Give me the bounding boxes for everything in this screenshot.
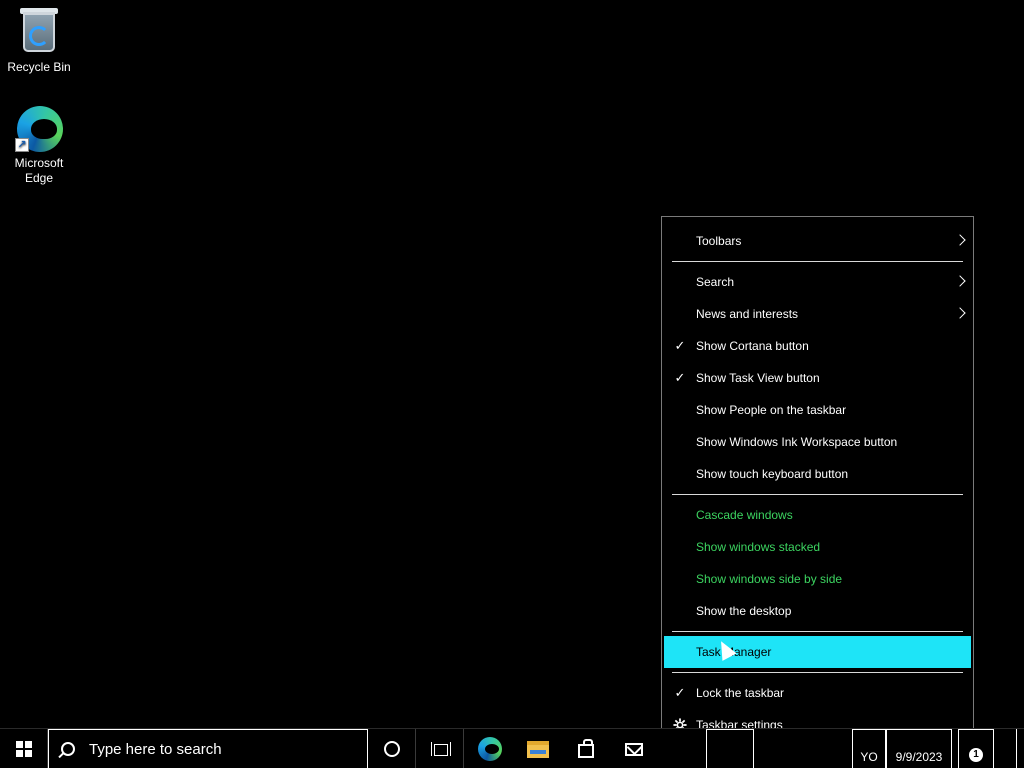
recycle-bin-icon xyxy=(15,8,63,56)
desktop-icon-label: Microsoft Edge xyxy=(14,156,64,185)
menu-item-label: Show Windows Ink Workspace button xyxy=(696,435,898,449)
date-label: 9/9/2023 xyxy=(895,750,943,764)
search-icon xyxy=(61,742,75,756)
menu-item-news-and-interests[interactable]: News and interests xyxy=(662,298,973,330)
menu-item-show-windows-side-by-side[interactable]: Show windows side by side xyxy=(662,563,973,595)
edge-icon xyxy=(478,737,502,761)
cortana-button[interactable] xyxy=(368,729,416,768)
task-view-button[interactable] xyxy=(416,729,464,768)
chevron-right-icon xyxy=(954,275,966,287)
input-language-indicator[interactable]: YO xyxy=(852,729,886,768)
menu-item-label: Show Cortana button xyxy=(696,339,809,353)
taskbar-context-menu: Toolbars Search News and interests ✓ Show Co… xyxy=(661,216,974,749)
chevron-right-icon xyxy=(954,234,966,246)
taskbar-file-explorer-button[interactable] xyxy=(514,729,562,768)
checkmark-icon: ✓ xyxy=(674,370,686,385)
menu-item-cascade-windows[interactable]: Cascade windows xyxy=(662,499,973,531)
taskbar: Type here to search YO 9/9/2023 1 xyxy=(0,728,1024,768)
menu-item-show-people-on-the-taskbar[interactable]: Show People on the taskbar xyxy=(662,394,973,426)
chevron-right-icon xyxy=(954,307,966,319)
taskbar-store-button[interactable] xyxy=(562,729,610,768)
menu-item-task-manager[interactable]: Task Manager xyxy=(664,636,971,668)
desktop-icon-label: Recycle Bin xyxy=(7,60,71,74)
notification-count-badge: 1 xyxy=(969,748,983,762)
menu-item-label: Show touch keyboard button xyxy=(696,467,849,481)
taskbar-edge-button[interactable] xyxy=(466,729,514,768)
store-icon xyxy=(578,739,594,758)
menu-item-show-the-desktop[interactable]: Show the desktop xyxy=(662,595,973,627)
menu-item-show-windows-ink-workspace-button[interactable]: Show Windows Ink Workspace button xyxy=(662,426,973,458)
language-label: YO xyxy=(860,750,878,764)
menu-item-label: Show People on the taskbar xyxy=(696,403,847,417)
menu-separator xyxy=(672,631,963,632)
file-explorer-icon xyxy=(527,740,549,758)
desktop-icon-recycle-bin[interactable]: Recycle Bin xyxy=(1,8,77,75)
menu-item-show-windows-stacked[interactable]: Show windows stacked xyxy=(662,531,973,563)
menu-item-label: Toolbars xyxy=(696,234,742,248)
show-desktop-button[interactable] xyxy=(1016,729,1024,768)
checkmark-icon: ✓ xyxy=(674,338,686,353)
menu-item-lock-the-taskbar[interactable]: ✓ Lock the taskbar xyxy=(662,677,973,709)
menu-item-show-touch-keyboard-button[interactable]: Show touch keyboard button xyxy=(662,458,973,490)
desktop-icon-microsoft-edge[interactable]: ↗ Microsoft Edge xyxy=(1,104,77,186)
shortcut-arrow-icon: ↗ xyxy=(15,138,29,152)
menu-item-label: News and interests xyxy=(696,307,799,321)
menu-separator xyxy=(672,672,963,673)
edge-icon: ↗ xyxy=(15,104,63,152)
menu-item-show-cortana-button[interactable]: ✓ Show Cortana button xyxy=(662,330,973,362)
menu-separator xyxy=(672,261,963,262)
menu-item-toolbars[interactable]: Toolbars xyxy=(662,225,973,257)
menu-item-label: Lock the taskbar xyxy=(696,686,785,700)
windows-logo-icon xyxy=(15,741,32,757)
taskbar-mail-button[interactable] xyxy=(610,729,658,768)
menu-item-label: Show windows stacked xyxy=(696,540,821,554)
search-placeholder: Type here to search xyxy=(89,740,222,758)
menu-item-label: Cascade windows xyxy=(696,508,793,522)
taskbar-clock[interactable]: 9/9/2023 xyxy=(886,729,952,768)
start-button[interactable] xyxy=(0,729,48,768)
menu-item-label: Search xyxy=(696,275,735,289)
menu-separator xyxy=(672,494,963,495)
menu-item-label: Show the desktop xyxy=(696,604,792,618)
task-view-icon xyxy=(430,742,451,756)
checkmark-icon: ✓ xyxy=(674,685,686,700)
touch-keyboard-tray-icon[interactable] xyxy=(706,729,754,768)
menu-item-label: Show windows side by side xyxy=(696,572,843,586)
menu-item-label: Show Task View button xyxy=(696,371,820,385)
taskbar-search-box[interactable]: Type here to search xyxy=(48,729,368,768)
menu-item-search[interactable]: Search xyxy=(662,266,973,298)
mail-icon xyxy=(625,742,643,756)
menu-item-show-task-view-button[interactable]: ✓ Show Task View button xyxy=(662,362,973,394)
action-center-button[interactable]: 1 xyxy=(958,729,994,768)
cortana-icon xyxy=(383,741,400,757)
